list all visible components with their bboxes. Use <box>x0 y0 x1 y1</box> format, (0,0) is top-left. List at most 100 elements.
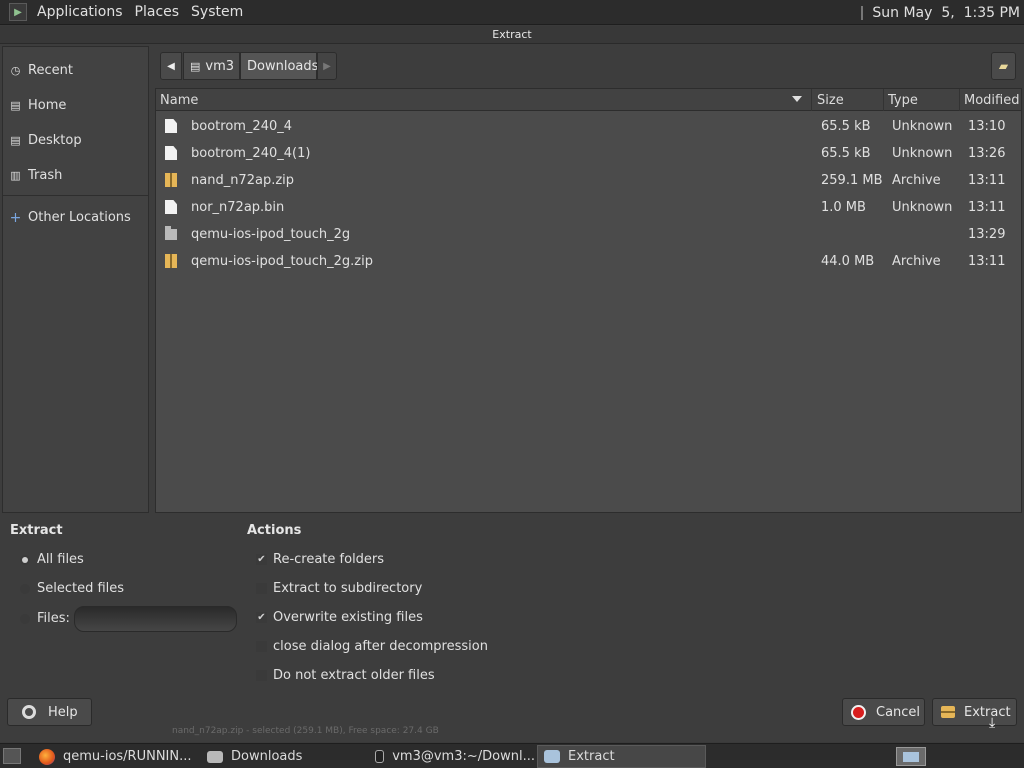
file-row[interactable]: qemu-ios-ipod_touch_2g.zip 44.0 MB Archi… <box>156 248 1021 275</box>
checkmark-icon[interactable]: ✔ <box>256 612 267 623</box>
sidebar-item-trash[interactable]: ▥ Trash <box>3 158 148 193</box>
files-pattern-input[interactable] <box>74 606 237 632</box>
radio-selected-files[interactable]: Selected files <box>20 581 124 596</box>
file-name: qemu-ios-ipod_touch_2g <box>191 227 351 242</box>
taskbar-item-downloads[interactable]: Downloads <box>201 745 367 768</box>
path-segment-downloads[interactable]: Downloads <box>240 52 319 80</box>
path-forward-button[interactable]: ▶ <box>317 52 337 80</box>
workspace-switcher-icon[interactable] <box>896 747 926 766</box>
terminal-icon <box>375 750 385 763</box>
file-row[interactable]: bootrom_240_4 65.5 kB Unknown 13:10 <box>156 113 1021 140</box>
file-icon <box>165 119 177 133</box>
radio-files-pattern[interactable]: Files: <box>20 611 70 626</box>
file-modified: 13:26 <box>968 146 1006 161</box>
file-type: Unknown <box>892 119 953 134</box>
archive-manager-icon <box>544 750 560 763</box>
show-desktop-icon[interactable] <box>3 748 21 764</box>
file-modified: 13:29 <box>968 227 1006 242</box>
radio-button[interactable] <box>20 613 30 624</box>
main-menu: ▶ Applications Places System <box>0 0 249 24</box>
menu-logo-icon[interactable]: ▶ <box>9 3 27 21</box>
sidebar-item-recent[interactable]: ◷ Recent <box>3 53 148 88</box>
clock-text[interactable]: Sun May 5, 1:35 PM <box>872 5 1020 21</box>
checkbox[interactable] <box>256 583 267 594</box>
path-segment-label: Downloads <box>247 58 319 74</box>
taskbar-item-label: Extract <box>568 749 615 764</box>
panel-separator <box>861 5 864 20</box>
file-name: bootrom_240_4 <box>191 119 293 134</box>
column-header-type[interactable]: Type <box>884 89 960 111</box>
file-modified: 13:11 <box>968 173 1006 188</box>
file-row[interactable]: bootrom_240_4(1) 65.5 kB Unknown 13:26 <box>156 140 1021 167</box>
extract-button[interactable]: Extract <box>932 698 1017 726</box>
file-icon <box>165 146 177 160</box>
file-size: 1.0 MB <box>821 200 866 215</box>
new-folder-icon: ▰ <box>998 59 1009 73</box>
checkbox-do-not-extract-older[interactable]: Do not extract older files <box>256 668 435 683</box>
file-row[interactable]: nand_n72ap.zip 259.1 MB Archive 13:11 <box>156 167 1021 194</box>
sidebar-item-label: Other Locations <box>28 210 131 225</box>
help-button[interactable]: Help <box>7 698 92 726</box>
file-type: Unknown <box>892 146 953 161</box>
checkbox-label: close dialog after decompression <box>273 639 488 654</box>
help-icon <box>22 705 36 719</box>
radio-button[interactable] <box>20 554 30 565</box>
checkbox[interactable] <box>256 641 267 652</box>
file-size: 65.5 kB <box>821 146 871 161</box>
folder-icon <box>165 226 177 240</box>
chevron-right-icon: ▶ <box>323 60 331 72</box>
taskbar: qemu-ios/RUNNIN... Downloads vm3@vm3:~/D… <box>0 743 1024 768</box>
mouse-cursor-icon: ⤓ <box>989 715 996 731</box>
create-folder-button[interactable]: ▰ <box>991 52 1016 80</box>
clock[interactable]: Sun May 5, 1:35 PM <box>861 0 1020 25</box>
sidebar-item-home[interactable]: ▤ Home <box>3 88 148 123</box>
cancel-button[interactable]: Cancel <box>842 698 925 726</box>
path-segment-vm3[interactable]: ▤ vm3 <box>183 52 240 80</box>
archive-icon <box>941 706 955 718</box>
radio-label: Files: <box>37 611 70 626</box>
column-header-name[interactable]: Name <box>156 89 812 111</box>
taskbar-item-terminal[interactable]: vm3@vm3:~/Downl... <box>369 745 535 768</box>
radio-label: All files <box>37 552 84 567</box>
file-list-header: Name Size Type Modified <box>156 89 1021 111</box>
file-row[interactable]: nor_n72ap.bin 1.0 MB Unknown 13:11 <box>156 194 1021 221</box>
file-row[interactable]: qemu-ios-ipod_touch_2g 13:29 <box>156 221 1021 248</box>
path-segment-label: vm3 <box>205 58 235 74</box>
sidebar-item-label: Recent <box>28 63 73 78</box>
checkbox-close-after-decompression[interactable]: close dialog after decompression <box>256 639 488 654</box>
file-name: nand_n72ap.zip <box>191 173 295 188</box>
column-header-size[interactable]: Size <box>813 89 884 111</box>
status-bar: nand_n72ap.zip - selected (259.1 MB), Fr… <box>172 726 439 736</box>
places-sidebar: ◷ Recent ▤ Home ▤ Desktop ▥ Trash + Othe… <box>2 46 149 513</box>
menu-places[interactable]: Places <box>129 4 186 20</box>
actions-heading: Actions <box>247 523 302 538</box>
trash-icon: ▥ <box>10 169 21 182</box>
radio-button[interactable] <box>20 583 30 594</box>
home-folder-icon: ▤ <box>190 59 201 73</box>
sidebar-item-other-locations[interactable]: + Other Locations <box>3 200 148 235</box>
taskbar-item-label: Downloads <box>231 749 303 764</box>
column-header-modified[interactable]: Modified <box>960 89 1022 111</box>
window-titlebar[interactable]: Extract <box>0 26 1024 44</box>
path-back-button[interactable]: ◀ <box>160 52 182 80</box>
menu-system[interactable]: System <box>185 4 249 20</box>
taskbar-item-extract[interactable]: Extract <box>537 745 706 768</box>
checkbox-overwrite-existing[interactable]: ✔ Overwrite existing files <box>256 610 423 625</box>
checkmark-icon[interactable]: ✔ <box>256 554 267 565</box>
checkbox[interactable] <box>256 670 267 681</box>
checkbox-extract-to-subdirectory[interactable]: Extract to subdirectory <box>256 581 422 596</box>
radio-label: Selected files <box>37 581 125 596</box>
checkbox-label: Re-create folders <box>273 552 385 567</box>
column-header-label: Name <box>160 92 199 108</box>
file-list[interactable]: Name Size Type Modified bootrom_240_4 65… <box>155 88 1022 513</box>
radio-all-files[interactable]: All files <box>20 552 84 567</box>
menu-applications[interactable]: Applications <box>31 4 129 20</box>
button-label: Help <box>48 704 78 720</box>
firefox-icon <box>39 748 55 765</box>
sidebar-item-desktop[interactable]: ▤ Desktop <box>3 123 148 158</box>
checkbox-recreate-folders[interactable]: ✔ Re-create folders <box>256 552 384 567</box>
file-modified: 13:10 <box>968 119 1006 134</box>
taskbar-item-label: qemu-ios/RUNNIN... <box>63 749 192 764</box>
clock-icon: ◷ <box>10 64 21 77</box>
taskbar-item-firefox[interactable]: qemu-ios/RUNNIN... <box>33 745 199 768</box>
